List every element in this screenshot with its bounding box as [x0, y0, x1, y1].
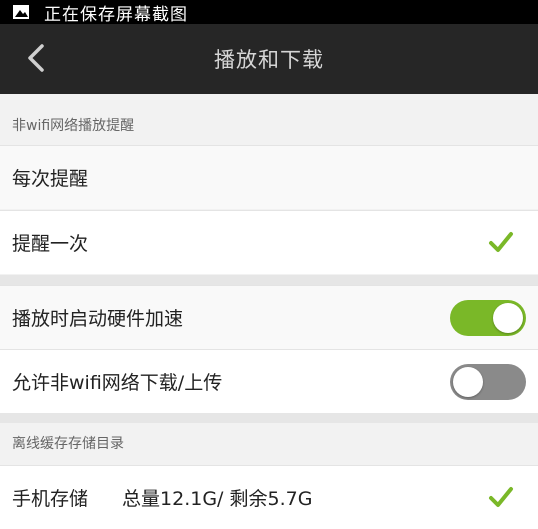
- section-header-storage: 离线缓存存储目录: [0, 423, 538, 463]
- checkmark-icon: [489, 232, 513, 252]
- mobile-download-toggle[interactable]: [450, 364, 526, 400]
- storage-option-phone[interactable]: 手机存储 总量12.1G/ 剩余5.7G: [0, 465, 538, 529]
- status-bar: 正在保存屏幕截图: [0, 0, 538, 25]
- status-notification-text: 正在保存屏幕截图: [44, 4, 188, 25]
- section-divider: [0, 275, 538, 285]
- page-title: 播放和下载: [214, 48, 324, 72]
- option-label: 每次提醒: [12, 168, 89, 190]
- option-label: 提醒一次: [12, 233, 89, 255]
- storage-label: 手机存储: [12, 488, 89, 510]
- setting-mobile-download: 允许非wifi网络下载/上传: [0, 349, 538, 413]
- checkmark-icon: [489, 487, 513, 507]
- back-button[interactable]: [16, 38, 56, 78]
- hardware-acceleration-toggle[interactable]: [450, 300, 526, 336]
- app-header: 播放和下载: [0, 24, 538, 94]
- image-icon: [12, 4, 32, 20]
- option-remind-every-time[interactable]: 每次提醒: [0, 145, 538, 209]
- setting-hardware-acceleration: 播放时启动硬件加速: [0, 285, 538, 349]
- toggle-knob: [453, 367, 483, 397]
- section-divider: [0, 413, 538, 423]
- option-remind-once[interactable]: 提醒一次: [0, 210, 538, 274]
- toggle-knob: [493, 303, 523, 333]
- chevron-left-icon: [28, 44, 44, 72]
- storage-capacity: 总量12.1G/ 剩余5.7G: [122, 488, 313, 510]
- section-header-network-reminder: 非wifi网络播放提醒: [0, 105, 538, 145]
